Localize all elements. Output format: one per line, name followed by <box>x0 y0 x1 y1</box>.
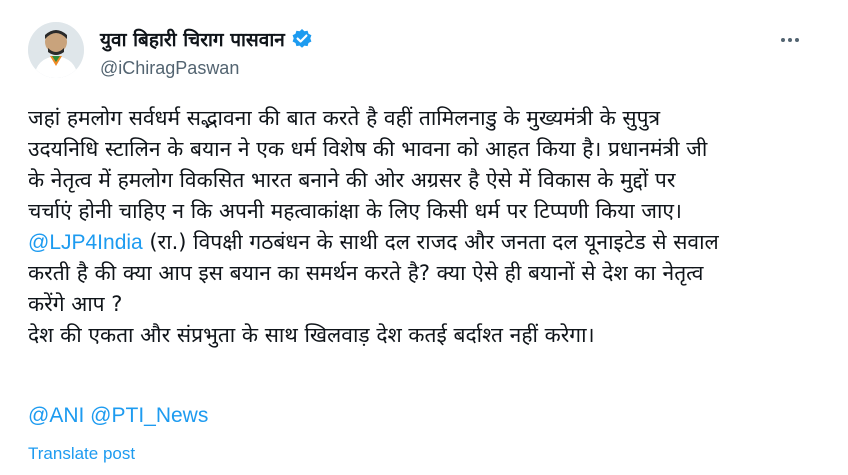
mention-pti-news[interactable]: @PTI_News <box>90 404 208 427</box>
avatar[interactable] <box>28 22 84 78</box>
display-name-row: युवा बिहारी चिराग पासवान <box>100 26 313 52</box>
verified-badge-icon <box>291 28 313 50</box>
author-names: युवा बिहारी चिराग पासवान @iChiragPaswan <box>100 26 313 79</box>
tweet-line: के नेतृत्व में हमलोग विकसित भारत बनाने क… <box>28 168 676 192</box>
mention-ljp4india[interactable]: @LJP4India <box>28 231 143 254</box>
more-options-icon[interactable] <box>778 28 802 52</box>
tweet-line-text: (रा.) विपक्षी गठबंधन के साथी दल राजद और … <box>142 230 719 254</box>
author-handle[interactable]: @iChiragPaswan <box>100 58 313 79</box>
tweet-line: उदयनिधि स्टालिन के बयान ने एक धर्म विशेष… <box>28 137 708 161</box>
tweet-line: देश की एकता और संप्रभुता के साथ खिलवाड़ … <box>28 323 595 347</box>
tweet-header: युवा बिहारी चिराग पासवान @iChiragPaswan <box>28 22 828 86</box>
translate-post-link[interactable]: Translate post <box>28 444 135 464</box>
tweet-line-mention: @LJP4India (रा.) विपक्षी गठबंधन के साथी … <box>28 227 818 258</box>
tweet-line: करती है की क्या आप इस बयान का समर्थन करत… <box>28 261 704 285</box>
tweet-text: जहां हमलोग सर्वधर्म सद्भावना की बात करते… <box>28 103 818 351</box>
tweet-card: युवा बिहारी चिराग पासवान @iChiragPaswan … <box>0 0 848 475</box>
display-name[interactable]: युवा बिहारी चिराग पासवान <box>100 26 285 52</box>
mention-ani[interactable]: @ANI <box>28 404 84 427</box>
tweet-line: करेंगे आप ? <box>28 292 123 316</box>
tweet-line: जहां हमलोग सर्वधर्म सद्भावना की बात करते… <box>28 106 661 130</box>
mentions-row: @ANI @PTI_News <box>28 404 208 428</box>
tweet-line: चर्चाएं होनी चाहिए न कि अपनी महत्वाकांक्… <box>28 199 683 223</box>
